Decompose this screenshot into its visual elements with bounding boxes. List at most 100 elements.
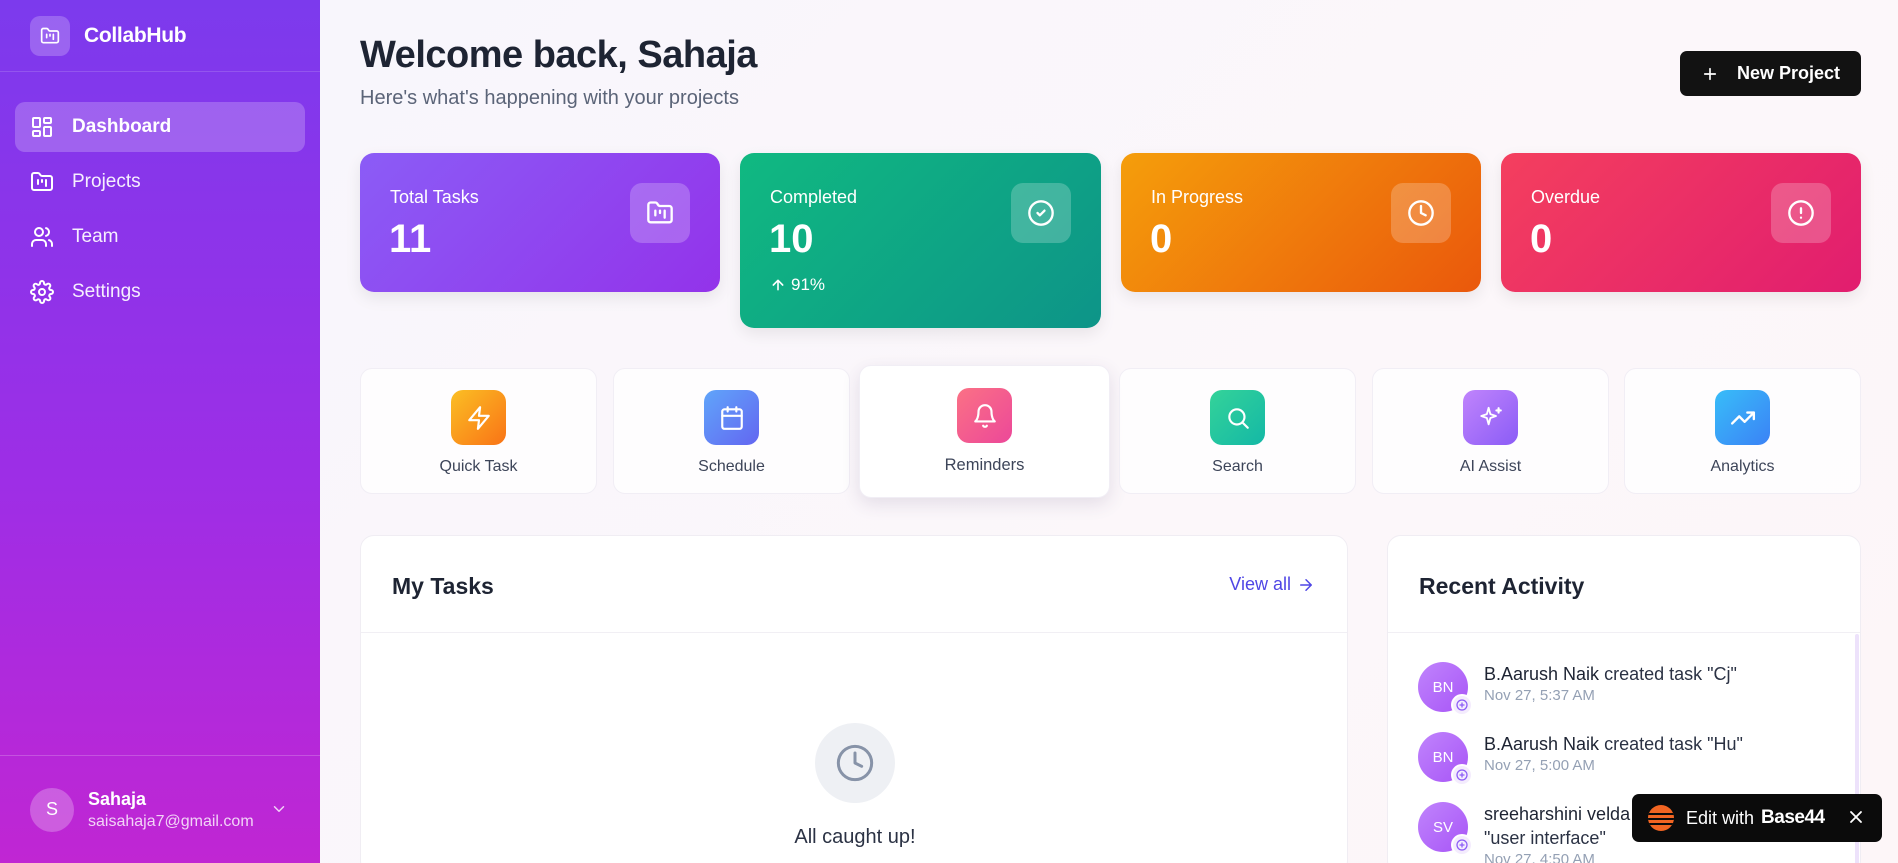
activity-text: B.Aarush Naik created task "Cj" bbox=[1484, 662, 1737, 686]
stat-value: 0 bbox=[1530, 217, 1553, 261]
sidebar-item-team[interactable]: Team bbox=[15, 212, 305, 262]
activity-text: B.Aarush Naik created task "Hu" bbox=[1484, 732, 1743, 756]
avatar: BN bbox=[1418, 662, 1473, 716]
sidebar-item-settings[interactable]: Settings bbox=[15, 267, 305, 317]
sidebar-item-label: Projects bbox=[72, 171, 141, 192]
arrow-up-icon bbox=[772, 279, 784, 291]
quick-action-label: Schedule bbox=[698, 458, 765, 475]
activity-item[interactable]: BN B.Aarush Naik created task "Hu" Nov 2… bbox=[1418, 732, 1743, 786]
close-icon[interactable] bbox=[1846, 807, 1866, 827]
stat-trend-value: 91% bbox=[791, 275, 826, 294]
stat-label: Total Tasks bbox=[390, 187, 479, 207]
user-menu[interactable]: S Sahaja saisahaja7@gmail.com bbox=[0, 755, 320, 863]
edit-with-base44-badge[interactable]: Edit with Base44 bbox=[1632, 794, 1882, 842]
badge-text: Edit with bbox=[1686, 807, 1755, 828]
stat-card-in-progress[interactable]: In Progress 0 bbox=[1121, 153, 1481, 292]
empty-state-text: All caught up! bbox=[794, 826, 916, 848]
folder-kanban-icon bbox=[31, 172, 53, 191]
check-circle-icon bbox=[1011, 183, 1071, 243]
chevron-down-icon[interactable] bbox=[270, 800, 288, 818]
quick-action-label: Reminders bbox=[944, 456, 1025, 474]
plus-icon bbox=[1703, 67, 1717, 80]
stat-card-completed[interactable]: Completed 10 91% bbox=[740, 153, 1101, 328]
stat-value: 11 bbox=[389, 217, 432, 261]
my-tasks-header: My Tasks View all bbox=[361, 536, 1347, 633]
sidebar-item-label: Dashboard bbox=[72, 116, 172, 137]
recent-activity-title: Recent Activity bbox=[1419, 573, 1585, 599]
sidebar-nav: Dashboard Projects Team Settings bbox=[0, 72, 320, 317]
avatar-initials: SV bbox=[1432, 818, 1453, 836]
sidebar-item-projects[interactable]: Projects bbox=[15, 157, 305, 207]
activity-text: sreeharshini velda "user interface" bbox=[1484, 802, 1630, 850]
activity-time: Nov 27, 4:50 AM bbox=[1484, 851, 1595, 863]
quick-action-schedule[interactable]: Schedule bbox=[613, 368, 850, 494]
quick-action-ai-assist[interactable]: AI Assist bbox=[1372, 368, 1609, 494]
activity-actor: B.Aarush Naik bbox=[1484, 734, 1600, 754]
quick-action-quick-task[interactable]: Quick Task bbox=[360, 368, 597, 494]
sidebar-item-label: Team bbox=[72, 226, 119, 247]
search-icon bbox=[1210, 390, 1265, 445]
stat-trend: 91% bbox=[770, 275, 825, 295]
user-email: saisahaja7@gmail.com bbox=[88, 812, 254, 830]
clock-icon bbox=[815, 723, 895, 803]
sidebar: CollabHub Dashboard Projects Team Settin… bbox=[0, 0, 320, 863]
recent-activity-header: Recent Activity bbox=[1388, 536, 1860, 633]
user-info: Sahaja saisahaja7@gmail.com bbox=[88, 789, 254, 831]
plus-circle-icon bbox=[1451, 694, 1473, 716]
stat-label: Completed bbox=[770, 187, 858, 207]
avatar-initials: BN bbox=[1432, 678, 1454, 696]
main-content: Welcome back, Sahaja Here's what's happe… bbox=[320, 0, 1898, 863]
lightning-icon bbox=[451, 390, 506, 445]
activity-action: created task "Hu" bbox=[1604, 734, 1743, 754]
activity-action: created task "Cj" bbox=[1604, 664, 1737, 684]
bell-icon bbox=[957, 388, 1012, 443]
stat-card-total-tasks[interactable]: Total Tasks 11 bbox=[360, 153, 720, 292]
quick-action-label: Search bbox=[1212, 458, 1263, 475]
activity-actor: B.Aarush Naik bbox=[1484, 664, 1600, 684]
stat-value: 10 bbox=[769, 217, 814, 261]
avatar: S bbox=[30, 787, 74, 832]
activity-action: "user interface" bbox=[1484, 828, 1606, 848]
avatar: BN bbox=[1418, 732, 1473, 786]
quick-action-label: Analytics bbox=[1710, 458, 1775, 475]
badge-brand: Base44 bbox=[1761, 807, 1825, 828]
quick-action-search[interactable]: Search bbox=[1119, 368, 1356, 494]
view-all-link[interactable]: View all bbox=[1229, 574, 1315, 595]
stat-label: Overdue bbox=[1531, 187, 1601, 207]
user-name: Sahaja bbox=[88, 788, 147, 809]
brand[interactable]: CollabHub bbox=[0, 0, 320, 72]
stat-label: In Progress bbox=[1151, 187, 1244, 207]
dashboard-icon bbox=[32, 117, 52, 137]
quick-action-label: AI Assist bbox=[1459, 458, 1522, 475]
stat-value: 0 bbox=[1150, 217, 1173, 261]
new-project-button[interactable]: New Project bbox=[1680, 51, 1861, 96]
folder-kanban-icon bbox=[630, 183, 690, 243]
base44-logo-icon bbox=[1648, 805, 1674, 831]
plus-circle-icon bbox=[1451, 764, 1473, 786]
avatar: SV bbox=[1418, 802, 1473, 856]
view-all-label: View all bbox=[1229, 574, 1291, 594]
activity-item[interactable]: BN B.Aarush Naik created task "Cj" Nov 2… bbox=[1418, 662, 1737, 716]
quick-action-label: Quick Task bbox=[439, 458, 518, 475]
activity-actor: sreeharshini velda bbox=[1484, 804, 1631, 824]
alert-circle-icon bbox=[1771, 183, 1831, 243]
activity-time: Nov 27, 5:00 AM bbox=[1484, 757, 1595, 774]
gear-icon bbox=[30, 280, 54, 304]
my-tasks-title: My Tasks bbox=[392, 573, 494, 599]
quick-action-reminders[interactable]: Reminders bbox=[859, 365, 1110, 498]
sparkles-icon bbox=[1463, 390, 1518, 445]
brand-name: CollabHub bbox=[84, 23, 187, 47]
avatar-initials: BN bbox=[1432, 748, 1454, 766]
page-title: Welcome back, Sahaja bbox=[360, 34, 757, 76]
stat-card-overdue[interactable]: Overdue 0 bbox=[1501, 153, 1861, 292]
quick-action-analytics[interactable]: Analytics bbox=[1624, 368, 1861, 494]
users-icon bbox=[31, 227, 53, 247]
activity-time: Nov 27, 5:37 AM bbox=[1484, 687, 1595, 704]
my-tasks-panel: My Tasks View all All caught up! bbox=[360, 535, 1348, 863]
activity-item[interactable]: SV sreeharshini velda "user interface" No… bbox=[1418, 802, 1630, 863]
sidebar-item-label: Settings bbox=[72, 281, 141, 302]
folder-kanban-icon bbox=[30, 15, 70, 56]
calendar-icon bbox=[704, 390, 759, 445]
new-project-label: New Project bbox=[1736, 63, 1841, 83]
sidebar-item-dashboard[interactable]: Dashboard bbox=[15, 102, 305, 152]
